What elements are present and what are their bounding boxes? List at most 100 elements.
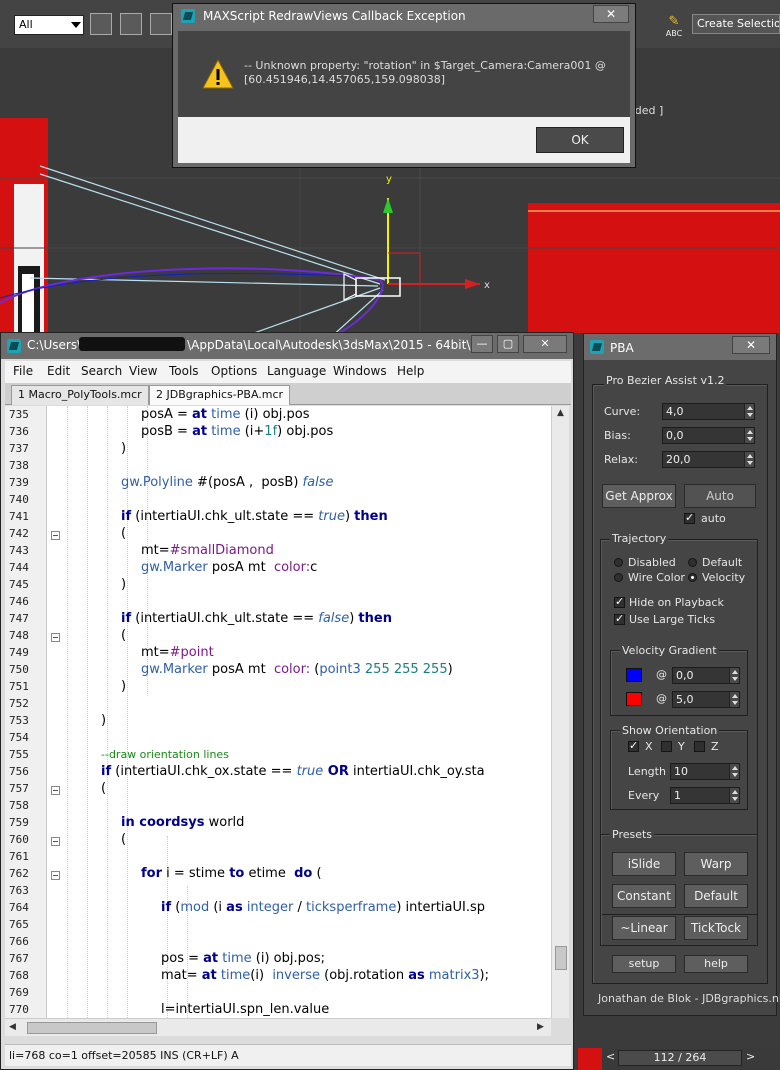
orient-x-label: X [645, 740, 653, 753]
setup-button[interactable]: setup [612, 955, 676, 973]
radio-velocity[interactable] [688, 573, 697, 582]
pba-panel: PBA ✕ Pro Bezier Assist v1.2 Curve: 4,0 … [583, 333, 780, 1016]
gradient-color-end[interactable] [626, 692, 642, 706]
line-number: 753 [9, 714, 29, 727]
line-number: 740 [9, 493, 29, 506]
selection-filter-dropdown[interactable]: All [14, 15, 84, 35]
auto-button[interactable]: Auto [684, 484, 756, 508]
scroll-thumb[interactable] [27, 1022, 157, 1034]
close-button[interactable]: ✕ [593, 5, 629, 23]
line-number: 735 [9, 408, 29, 421]
spinner-arrows-icon[interactable] [729, 764, 739, 779]
gradient-start-spinner[interactable]: 0,0 [672, 667, 740, 684]
radio-wire-label: Wire Color [628, 571, 685, 584]
hide-on-playback-checkbox[interactable] [614, 595, 625, 608]
minimize-button[interactable]: — [471, 335, 493, 353]
orient-x-checkbox[interactable] [628, 739, 639, 752]
line-number: 759 [9, 816, 29, 829]
fold-toggle-icon[interactable] [51, 786, 60, 795]
line-number: 739 [9, 476, 29, 489]
curve-spinner[interactable]: 4,0 [662, 403, 755, 420]
ok-button[interactable]: OK [536, 127, 624, 153]
frame-counter[interactable]: 112 / 264 [618, 1050, 742, 1066]
spinner-arrows-icon[interactable] [744, 452, 754, 467]
menu-edit[interactable]: Edit [47, 364, 70, 378]
menu-tools[interactable]: Tools [169, 364, 199, 378]
vertical-scrollbar[interactable]: ▲ [551, 406, 569, 1018]
radio-disabled[interactable] [614, 558, 623, 567]
preset-warp-button[interactable]: Warp [684, 852, 748, 876]
menu-view[interactable]: View [129, 364, 157, 378]
every-spinner[interactable]: 1 [670, 787, 740, 804]
hide-on-playback-label: Hide on Playback [629, 596, 724, 609]
menu-options[interactable]: Options [211, 364, 257, 378]
indent-guide [167, 836, 168, 1018]
menu-language[interactable]: Language [267, 364, 326, 378]
preset-constant-button[interactable]: Constant [612, 884, 676, 908]
spinner-arrows-icon[interactable] [729, 692, 739, 707]
scroll-left-icon[interactable]: ◀ [9, 1022, 16, 1032]
scroll-thumb[interactable] [555, 946, 567, 970]
preset-linear-button[interactable]: ~Linear [612, 916, 676, 940]
auto-checkbox[interactable] [684, 511, 695, 524]
gradient-end-spinner[interactable]: 5,0 [672, 691, 740, 708]
spinner-arrows-icon[interactable] [744, 428, 754, 443]
horizontal-scrollbar[interactable]: ◀ ▶ [5, 1018, 551, 1036]
prev-frame-button[interactable]: < [606, 1050, 615, 1063]
menu-search[interactable]: Search [81, 364, 122, 378]
spinner-arrows-icon[interactable] [744, 404, 754, 419]
orient-y-checkbox[interactable] [661, 741, 672, 752]
radio-wire-color[interactable] [614, 573, 623, 582]
next-frame-button[interactable]: > [746, 1050, 755, 1063]
create-selection-set-field[interactable]: Create Selection [692, 14, 780, 34]
orient-z-checkbox[interactable] [694, 741, 705, 752]
line-number: 742 [9, 527, 29, 540]
select-object-icon[interactable] [90, 13, 112, 35]
code-line: ( [101, 781, 107, 796]
radio-velocity-label: Velocity [702, 571, 746, 584]
radio-default[interactable] [688, 558, 697, 567]
fold-toggle-icon[interactable] [51, 837, 60, 846]
editor-titlebar[interactable]: C:\Users\ \AppData\Local\Autodesk\3dsMax\… [1, 333, 573, 359]
gizmo-x-label: x [484, 280, 490, 291]
scroll-up-icon[interactable]: ▲ [557, 408, 564, 418]
code-line: if (mod (i as integer / ticksperframe) i… [161, 900, 486, 915]
code-editor[interactable]: 735 posA = at time (i) obj.pos 736 posB = a… [5, 406, 551, 1018]
preset-ticktock-button[interactable]: TickTock [684, 916, 748, 940]
rectangular-selection-icon[interactable] [150, 13, 172, 35]
preset-default-button[interactable]: Default [684, 884, 748, 908]
menu-file[interactable]: File [13, 364, 33, 378]
maximize-button[interactable]: ▢ [497, 335, 519, 353]
gradient-start-value: 0,0 [676, 669, 694, 682]
fold-toggle-icon[interactable] [51, 871, 60, 880]
close-button[interactable]: ✕ [732, 336, 770, 354]
spinner-arrows-icon[interactable] [729, 788, 739, 803]
tab-macro-polytools[interactable]: 1 Macro_PolyTools.mcr [11, 385, 149, 405]
preset-islide-button[interactable]: iSlide [612, 852, 676, 876]
scroll-right-icon[interactable]: ▶ [537, 1022, 544, 1032]
select-by-name-icon[interactable] [120, 13, 142, 35]
code-line: if (intertiaUI.chk_ox.state == true OR i… [101, 764, 485, 779]
large-ticks-checkbox[interactable] [614, 612, 625, 625]
inner-slot [22, 274, 34, 336]
line-number: 762 [9, 867, 29, 880]
spinner-arrows-icon[interactable] [729, 668, 739, 683]
fold-toggle-icon[interactable] [51, 633, 60, 642]
gradient-color-start[interactable] [626, 668, 642, 682]
dialog-titlebar[interactable]: MAXScript RedrawViews Callback Exception… [173, 4, 635, 30]
pba-titlebar[interactable]: PBA ✕ [584, 334, 776, 360]
menu-help[interactable]: Help [397, 364, 424, 378]
spell-check-icon[interactable]: ✎ ABC [662, 14, 686, 40]
code-line: mat= at time(i) inverse (obj.rotation as… [161, 968, 489, 983]
fold-toggle-icon[interactable] [51, 531, 60, 540]
relax-spinner[interactable]: 20,0 [662, 451, 755, 468]
bias-spinner[interactable]: 0,0 [662, 427, 755, 444]
code-line: pos = at time (i) obj.pos; [161, 951, 325, 966]
code-line: ) [121, 577, 127, 592]
menu-windows[interactable]: Windows [333, 364, 387, 378]
length-spinner[interactable]: 10 [670, 763, 740, 780]
close-button[interactable]: ✕ [523, 335, 567, 353]
get-approx-button[interactable]: Get Approx [602, 484, 676, 508]
tab-jdbgraphics-pba[interactable]: 2 JDBgraphics-PBA.mcr [149, 385, 291, 405]
help-button[interactable]: help [684, 955, 748, 973]
